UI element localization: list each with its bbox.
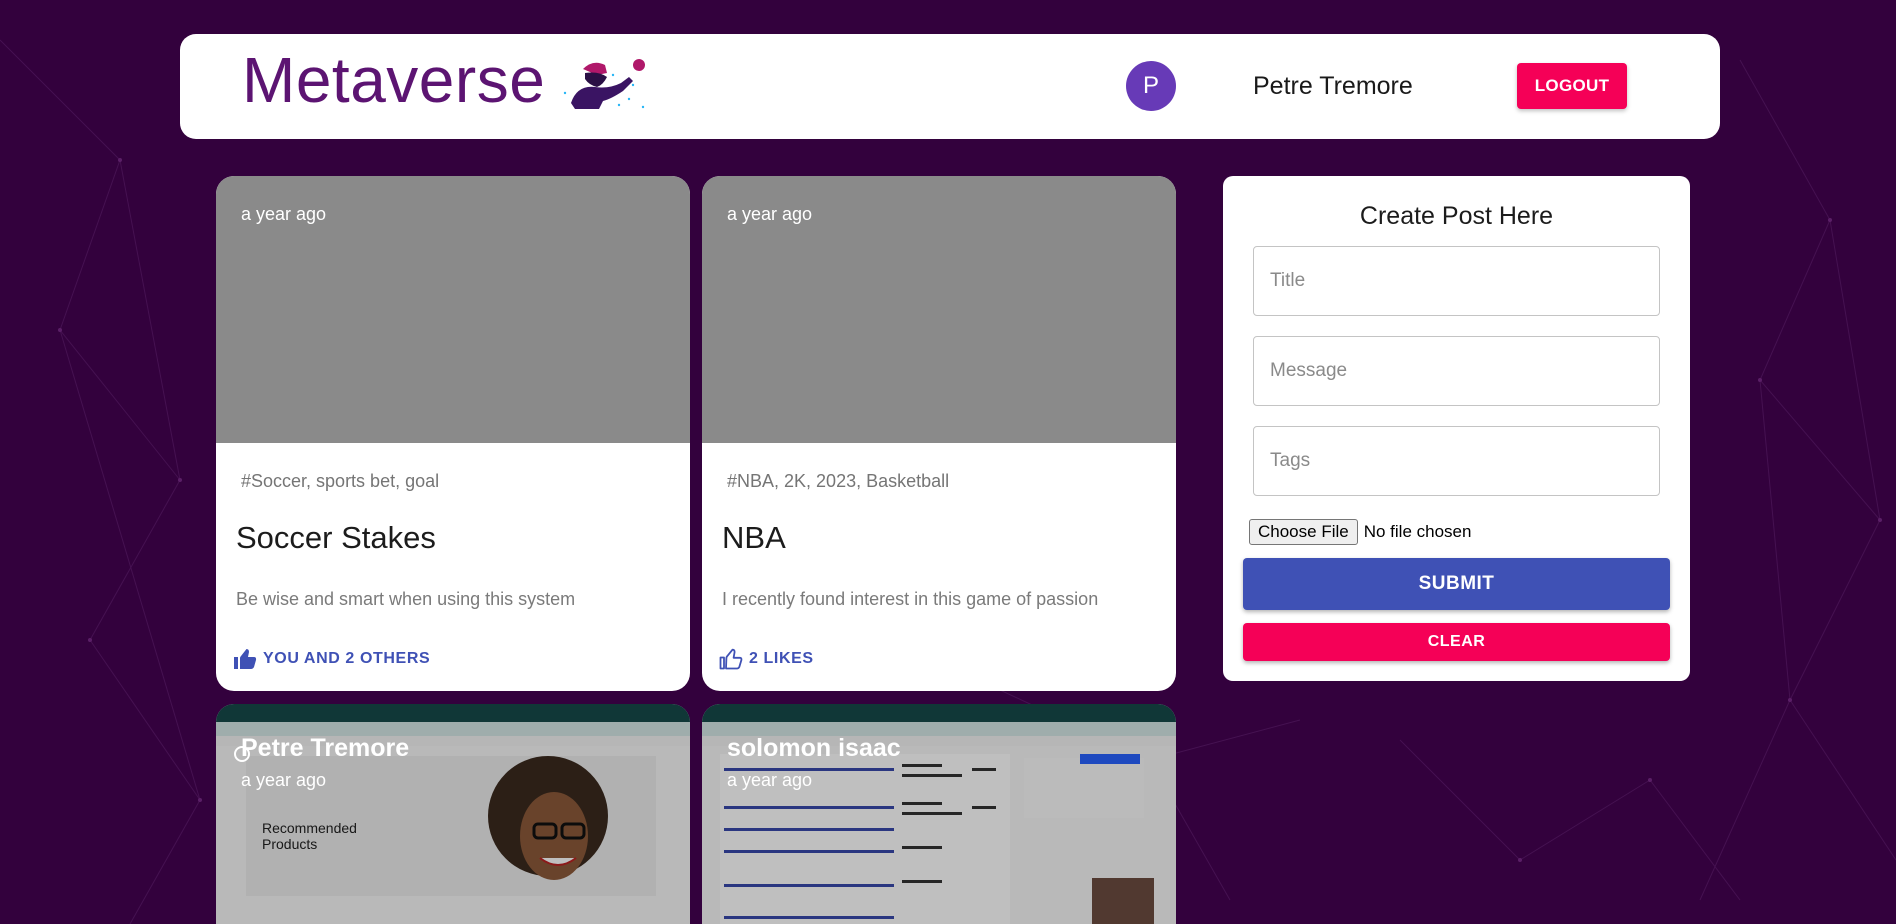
brand[interactable]: Metaverse	[242, 48, 649, 112]
post-author: Petre Tremore	[241, 734, 410, 762]
like-button[interactable]: YOU AND 2 OTHERS	[233, 648, 430, 670]
app-bar: Metaverse P Petre Tremore LOGOUT	[180, 34, 1720, 139]
user-name: Petre Tremore	[1253, 71, 1413, 100]
post-card[interactable]: solomon isaac a year ago	[702, 704, 1176, 924]
post-time: a year ago	[241, 770, 327, 790]
thumb-up-filled-icon	[234, 649, 257, 669]
file-input[interactable]: Choose File No file chosen	[1249, 519, 1471, 545]
post-time: a year ago	[727, 770, 813, 790]
post-time: a year ago	[241, 204, 327, 224]
file-status: No file chosen	[1363, 522, 1472, 541]
form-heading: Create Post Here	[1359, 202, 1554, 230]
post-card[interactable]: a year ago #NBA, 2K, 2023, Basketball NB…	[702, 176, 1176, 691]
post-card[interactable]: a year ago #Soccer, sports bet, goal Soc…	[216, 176, 690, 691]
post-card[interactable]: Recommended Products Petre Tremore a yea…	[216, 704, 690, 924]
submit-button[interactable]: SUBMIT	[1243, 558, 1670, 610]
post-message: I recently found interest in this game o…	[722, 589, 1099, 609]
like-label: YOU AND 2 OTHERS	[263, 650, 431, 667]
post-message: Be wise and smart when using this system	[236, 589, 576, 609]
like-button[interactable]: 2 LIKES	[719, 648, 814, 670]
post-title: Soccer Stakes	[236, 520, 436, 555]
message-input[interactable]	[1253, 336, 1660, 406]
title-input[interactable]	[1253, 246, 1660, 316]
create-post-form: Create Post Here Choose File No file cho…	[1223, 176, 1690, 681]
choose-file-button[interactable]: Choose File	[1249, 519, 1358, 545]
like-label: 2 LIKES	[749, 650, 814, 667]
brand-title[interactable]: Metaverse	[242, 48, 545, 112]
post-tags: #NBA, 2K, 2023, Basketball	[727, 471, 950, 491]
avatar[interactable]: P	[1126, 61, 1176, 111]
thumb-up-outline-icon	[719, 648, 743, 670]
post-author: solomon isaac	[727, 734, 901, 762]
post-tags: #Soccer, sports bet, goal	[241, 471, 440, 491]
user-info: P Petre Tremore	[1126, 61, 1473, 111]
logout-button[interactable]: LOGOUT	[1517, 63, 1627, 109]
clear-button[interactable]: CLEAR	[1243, 623, 1670, 661]
metaverse-logo-icon	[564, 59, 646, 109]
post-time: a year ago	[727, 204, 813, 224]
tags-input[interactable]	[1253, 426, 1660, 496]
post-title: NBA	[722, 520, 786, 555]
